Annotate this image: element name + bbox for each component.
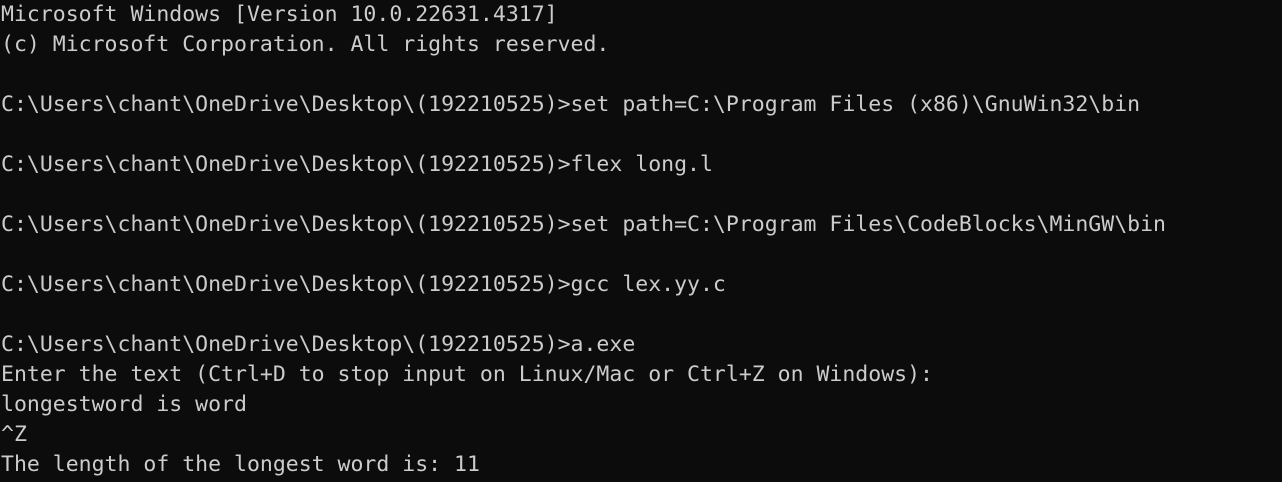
command-line-set-path-mingw: C:\Users\chant\OneDrive\Desktop\(1922105… [1, 212, 1166, 237]
eof-marker-line: ^Z [1, 422, 27, 447]
os-version-line: Microsoft Windows [Version 10.0.22631.43… [1, 2, 558, 27]
command-line-run-exe: C:\Users\chant\OneDrive\Desktop\(1922105… [1, 332, 636, 357]
user-input-line: longestword is word [1, 392, 247, 417]
program-prompt-line: Enter the text (Ctrl+D to stop input on … [1, 362, 933, 387]
command-line-flex: C:\Users\chant\OneDrive\Desktop\(1922105… [1, 152, 713, 177]
copyright-line: (c) Microsoft Corporation. All rights re… [1, 32, 610, 57]
command-line-gcc: C:\Users\chant\OneDrive\Desktop\(1922105… [1, 272, 726, 297]
command-line-set-path-gnuwin32: C:\Users\chant\OneDrive\Desktop\(1922105… [1, 92, 1141, 117]
program-output-line: The length of the longest word is: 11 [1, 452, 480, 477]
console-window[interactable]: Microsoft Windows [Version 10.0.22631.43… [0, 0, 1282, 482]
